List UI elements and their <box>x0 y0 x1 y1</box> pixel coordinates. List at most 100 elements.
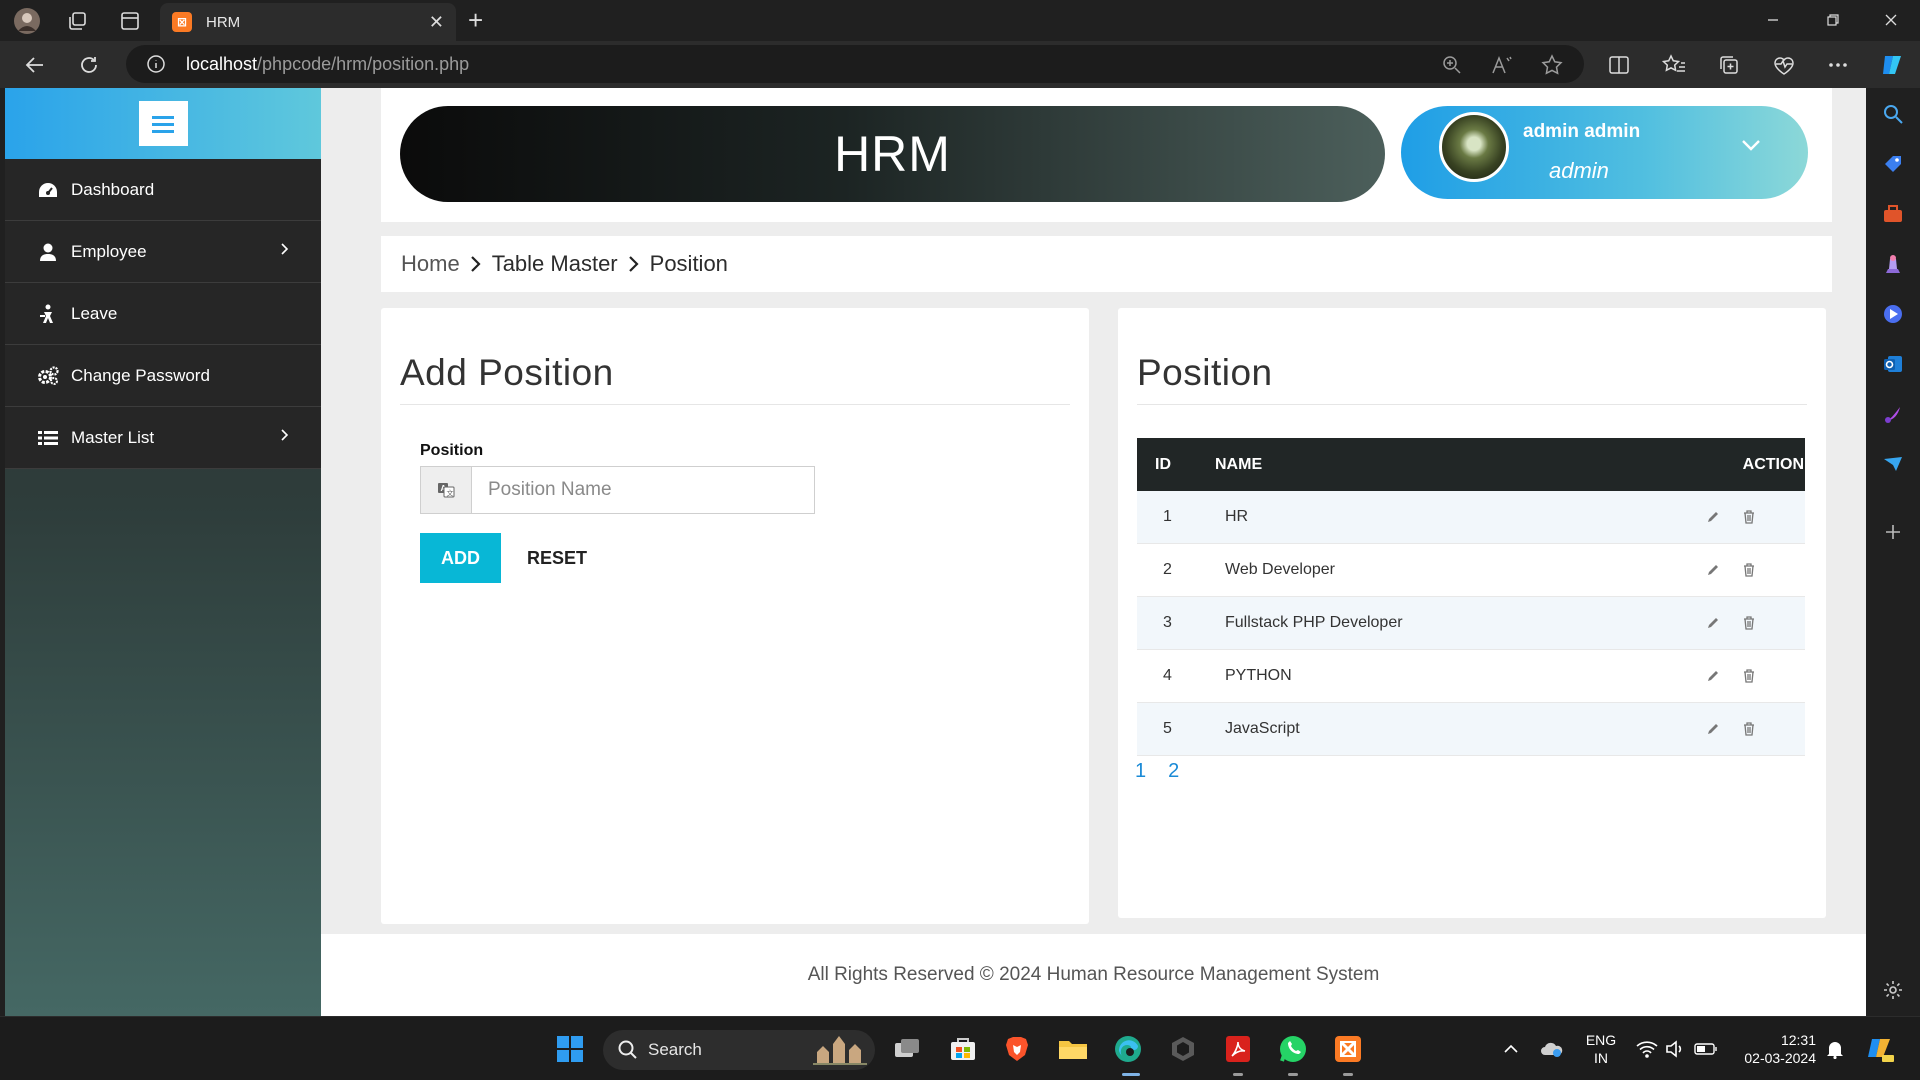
site-info-icon[interactable] <box>146 54 166 74</box>
active-tab[interactable]: ⊠ HRM ✕ <box>160 3 456 41</box>
gears-icon <box>37 365 59 387</box>
add-sidebar-app-icon[interactable] <box>1879 518 1907 546</box>
table-row: 5 JavaScript <box>1137 703 1805 756</box>
read-aloud-icon[interactable] <box>1490 53 1514 77</box>
tools-briefcase-icon[interactable] <box>1879 200 1907 228</box>
column-header-action: ACTION <box>1742 455 1804 473</box>
unity-hub-icon[interactable] <box>1166 1032 1200 1066</box>
edit-pencil-icon[interactable] <box>1703 560 1723 580</box>
user-icon <box>37 241 59 263</box>
row-name: Fullstack PHP Developer <box>1225 614 1403 631</box>
new-tab-icon[interactable]: + <box>468 6 483 34</box>
send-drop-icon[interactable] <box>1879 450 1907 478</box>
breadcrumb: Home Table Master Position <box>381 236 1832 292</box>
copilot-app-icon[interactable] <box>1879 300 1907 328</box>
sidebar-item-dashboard[interactable]: Dashboard <box>5 159 321 221</box>
edit-pencil-icon[interactable] <box>1703 666 1723 686</box>
page-link-2[interactable]: 2 <box>1168 760 1179 783</box>
chevron-down-icon[interactable] <box>1741 139 1761 151</box>
restore-icon[interactable] <box>1816 8 1850 32</box>
page-link-1[interactable]: 1 <box>1135 760 1146 783</box>
leave-icon <box>37 303 59 325</box>
user-role: admin <box>1549 158 1609 183</box>
row-name: PYTHON <box>1225 667 1292 684</box>
onedrive-sync-icon[interactable] <box>1535 1032 1569 1066</box>
minimize-icon[interactable] <box>1756 8 1790 32</box>
language-indicator[interactable]: ENG IN <box>1580 1031 1622 1067</box>
sidebar-item-master-list[interactable]: Master List <box>5 407 321 469</box>
chevron-up-icon[interactable] <box>1494 1032 1528 1066</box>
edit-pencil-icon[interactable] <box>1703 613 1723 633</box>
row-id: 5 <box>1163 720 1172 737</box>
row-name: JavaScript <box>1225 720 1300 737</box>
row-actions <box>1695 719 1805 739</box>
breadcrumb-home[interactable]: Home <box>401 251 460 277</box>
breadcrumb-current: Position <box>649 251 728 276</box>
zoom-icon[interactable] <box>1440 53 1464 77</box>
xampp-taskbar-icon[interactable] <box>1331 1032 1365 1066</box>
refresh-icon[interactable] <box>73 50 105 80</box>
delete-trash-icon[interactable] <box>1739 613 1759 633</box>
menu-toggle-button[interactable] <box>138 101 188 146</box>
split-screen-icon[interactable] <box>1604 50 1634 80</box>
search-icon[interactable] <box>1879 100 1907 128</box>
microsoft-store-icon[interactable] <box>946 1032 980 1066</box>
close-tab-icon[interactable]: ✕ <box>429 12 444 33</box>
favorites-icon[interactable] <box>1659 50 1689 80</box>
chevron-right-icon <box>470 254 482 274</box>
clock-time: 12:31 <box>1780 1032 1816 1048</box>
edit-pencil-icon[interactable] <box>1703 719 1723 739</box>
sidebar-item-change-password[interactable]: Change Password <box>5 345 321 407</box>
acrobat-icon[interactable] <box>1221 1032 1255 1066</box>
close-window-icon[interactable] <box>1874 8 1908 32</box>
delete-trash-icon[interactable] <box>1739 560 1759 580</box>
user-menu[interactable]: admin admin admin <box>1401 106 1808 199</box>
position-table: ID NAME ACTION 1 HR 2 Web Developer 3 Fu… <box>1137 438 1805 756</box>
brand-banner: HRM <box>400 106 1385 202</box>
row-id: 4 <box>1163 667 1172 684</box>
workspaces-icon[interactable] <box>63 7 91 35</box>
edge-sidebar <box>1866 88 1920 1016</box>
outlook-icon[interactable] <box>1879 350 1907 378</box>
designer-icon[interactable] <box>1879 400 1907 428</box>
clock[interactable]: 12:31 02-03-2024 <box>1726 1031 1816 1067</box>
copilot-icon[interactable] <box>1877 50 1907 80</box>
delete-trash-icon[interactable] <box>1739 719 1759 739</box>
notification-bell-icon[interactable] <box>1818 1032 1852 1066</box>
taskbar-search[interactable]: Search <box>603 1030 875 1070</box>
add-button[interactable]: ADD <box>420 533 501 583</box>
brave-browser-icon[interactable] <box>1000 1032 1034 1066</box>
divider <box>400 404 1070 405</box>
windows-start-icon[interactable] <box>553 1032 587 1066</box>
xampp-icon: ⊠ <box>172 12 192 32</box>
games-icon[interactable] <box>1879 250 1907 278</box>
breadcrumb-table-master[interactable]: Table Master <box>492 251 618 277</box>
app-sidebar: Dashboard Employee Leave Change Password <box>5 88 321 1016</box>
more-options-icon[interactable] <box>1823 50 1853 80</box>
sidebar-item-leave[interactable]: Leave <box>5 283 321 345</box>
tab-title: HRM <box>206 13 241 31</box>
browser-essentials-icon[interactable] <box>1769 50 1799 80</box>
shopping-tag-icon[interactable] <box>1879 150 1907 178</box>
position-name-input[interactable] <box>472 467 814 513</box>
brand-title: HRM <box>834 126 951 182</box>
tab-actions-icon[interactable] <box>116 7 144 35</box>
volume-icon[interactable] <box>1658 1032 1692 1066</box>
copilot-taskbar-icon[interactable] <box>1863 1032 1897 1066</box>
address-bar[interactable]: localhost/phpcode/hrm/position.php <box>126 45 1584 83</box>
edit-pencil-icon[interactable] <box>1703 507 1723 527</box>
favorite-star-icon[interactable] <box>1540 53 1564 77</box>
sidebar-item-employee[interactable]: Employee <box>5 221 321 283</box>
profile-avatar-icon[interactable] <box>13 7 41 35</box>
task-view-icon[interactable] <box>890 1032 924 1066</box>
reset-button[interactable]: RESET <box>513 533 601 583</box>
battery-icon[interactable] <box>1689 1032 1723 1066</box>
file-explorer-icon[interactable] <box>1056 1032 1090 1066</box>
back-icon[interactable] <box>19 50 51 80</box>
edge-browser-icon[interactable] <box>1111 1032 1145 1066</box>
whatsapp-icon[interactable] <box>1276 1032 1310 1066</box>
collections-icon[interactable] <box>1714 50 1744 80</box>
delete-trash-icon[interactable] <box>1739 507 1759 527</box>
sidebar-settings-icon[interactable] <box>1879 976 1907 1004</box>
delete-trash-icon[interactable] <box>1739 666 1759 686</box>
